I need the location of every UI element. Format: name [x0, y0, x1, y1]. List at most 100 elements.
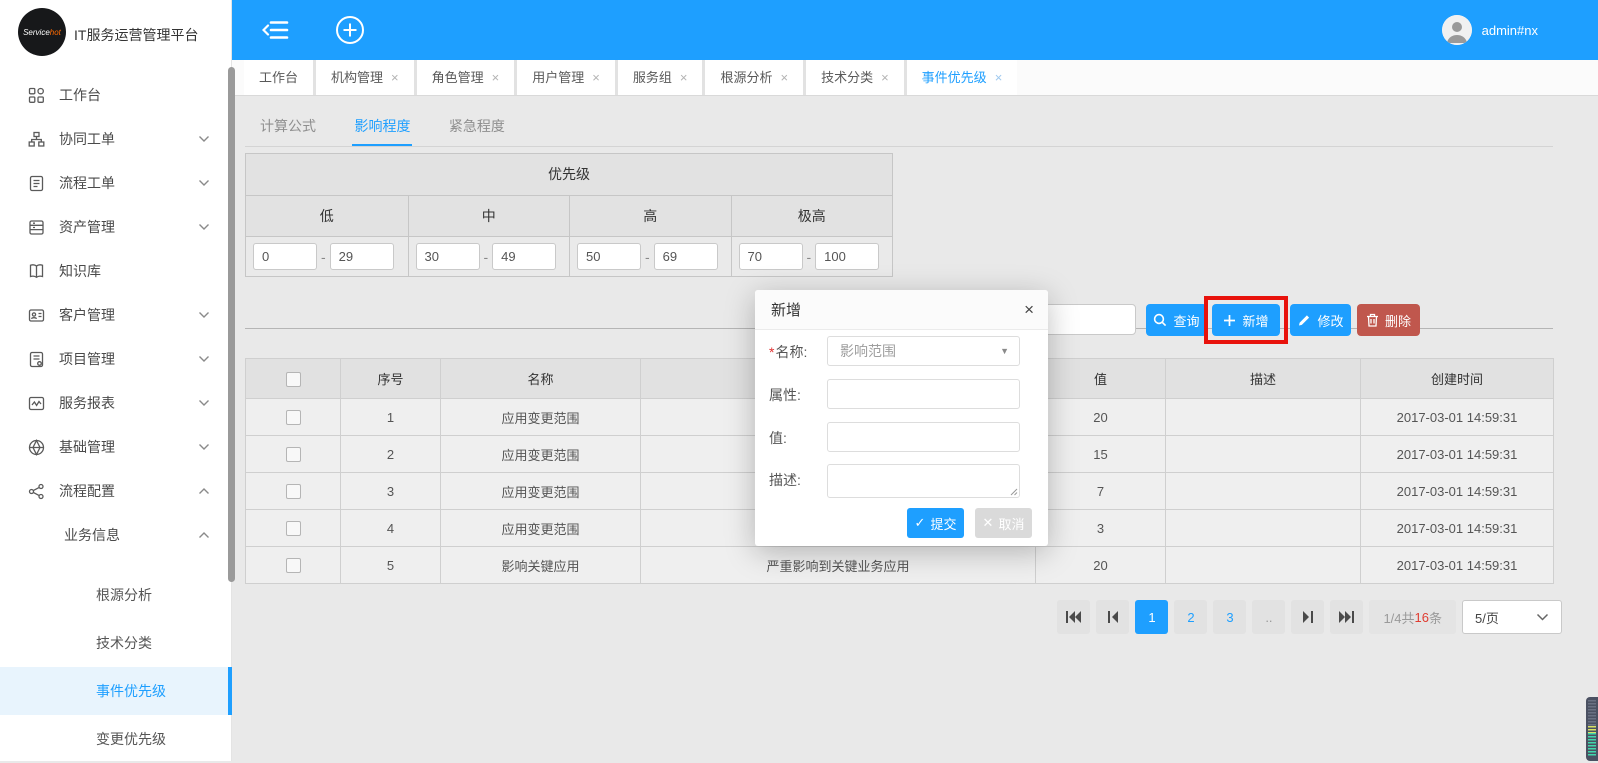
subtab-impact-level[interactable]: 影响程度: [352, 108, 413, 146]
prev-page-button[interactable]: [1096, 600, 1130, 634]
chevron-down-icon: [198, 311, 210, 319]
dialog-title: 新增: [771, 302, 802, 319]
select-all-checkbox[interactable]: [285, 371, 301, 387]
subtab-urgency-level[interactable]: 紧急程度: [447, 108, 507, 146]
medium-from-input[interactable]: [415, 243, 480, 270]
high-from-input[interactable]: [577, 243, 641, 270]
dialog-close-icon[interactable]: ×: [1024, 300, 1034, 320]
next-page-button[interactable]: [1291, 600, 1325, 634]
add-button[interactable]: 新增: [1212, 304, 1280, 336]
plus-circle-icon[interactable]: [335, 15, 365, 45]
close-icon[interactable]: ×: [881, 70, 889, 85]
chevron-down-icon: [198, 399, 210, 407]
subtab-formula[interactable]: 计算公式: [258, 108, 318, 146]
sidebar-item-knowledge-base[interactable]: 知识库: [0, 249, 232, 293]
sidebar-item-tech-category[interactable]: 技术分类: [0, 619, 232, 667]
col-created: 创建时间: [1360, 358, 1554, 399]
cube-icon: [28, 438, 45, 456]
low-from-input[interactable]: [253, 243, 317, 270]
attr-input[interactable]: [827, 379, 1020, 409]
cross-icon: ✕: [982, 515, 994, 530]
check-icon: ✓: [914, 515, 926, 530]
sidebar-item-customer-mgmt[interactable]: 客户管理: [0, 293, 232, 337]
row-checkbox[interactable]: [285, 521, 301, 537]
desc-textarea[interactable]: [827, 464, 1020, 498]
page-size-select[interactable]: 5/页: [1462, 600, 1562, 634]
last-page-button[interactable]: [1330, 600, 1364, 634]
collapse-sidebar-icon[interactable]: [262, 19, 290, 41]
row-checkbox[interactable]: [285, 410, 301, 426]
sidebar-item-change-priority[interactable]: 变更优先级: [0, 715, 232, 763]
chevron-up-icon: [198, 531, 210, 539]
sidebar-item-basic-mgmt[interactable]: 基础管理: [0, 425, 232, 469]
high-to-input[interactable]: [653, 243, 718, 270]
table-row[interactable]: 5 影响关键应用 严重影响到关键业务应用 20 2017-03-01 14:59…: [245, 546, 1554, 584]
sidebar-item-root-cause-analysis[interactable]: 根源分析: [0, 571, 232, 619]
logo-text-service: Service: [23, 27, 50, 37]
tab-role-mgmt[interactable]: 角色管理 ×: [413, 60, 515, 95]
more-pages-button[interactable]: ..: [1252, 600, 1286, 634]
close-icon[interactable]: ×: [680, 70, 688, 85]
tab-service-group[interactable]: 服务组 ×: [614, 60, 703, 95]
sidebar-item-asset-mgmt[interactable]: 资产管理: [0, 205, 232, 249]
col-desc: 描述: [1165, 358, 1361, 399]
search-icon: [1154, 313, 1167, 327]
close-icon[interactable]: ×: [391, 70, 399, 85]
sidebar-item-dashboard[interactable]: 工作台: [0, 73, 232, 117]
level-low-header: 低: [246, 195, 408, 236]
close-icon[interactable]: ×: [995, 70, 1003, 85]
page-2-button[interactable]: 2: [1174, 600, 1208, 634]
low-to-input[interactable]: [329, 243, 394, 270]
close-icon[interactable]: ×: [592, 70, 600, 85]
page-1-button[interactable]: 1: [1135, 600, 1169, 634]
row-checkbox[interactable]: [285, 484, 301, 500]
customer-card-icon: [28, 307, 45, 324]
meter-gray-bars: [1588, 700, 1596, 726]
tab-user-mgmt[interactable]: 用户管理 ×: [514, 60, 615, 95]
sidebar-scrollbar[interactable]: [228, 67, 235, 582]
sidebar-item-collab-orders[interactable]: 协同工单: [0, 117, 232, 161]
medium-to-input[interactable]: [492, 243, 557, 270]
sidebar-item-process-config[interactable]: 流程配置: [0, 469, 232, 513]
share-nodes-icon: [28, 483, 45, 500]
close-icon[interactable]: ×: [492, 70, 500, 85]
query-button[interactable]: 查询: [1146, 304, 1207, 336]
critical-from-input[interactable]: [738, 243, 803, 270]
level-medium-header: 中: [407, 195, 569, 236]
chevron-up-icon: [198, 487, 210, 495]
page-3-button[interactable]: 3: [1213, 600, 1247, 634]
range-dash: -: [321, 248, 326, 265]
first-page-icon: [1066, 611, 1082, 623]
critical-to-input[interactable]: [815, 243, 880, 270]
tab-workbench[interactable]: 工作台: [244, 60, 314, 95]
resize-grip-icon[interactable]: [1010, 488, 1018, 496]
tab-root-cause[interactable]: 根源分析 ×: [702, 60, 804, 95]
level-high-header: 高: [569, 195, 731, 236]
sidebar-item-incident-priority[interactable]: 事件优先级: [0, 667, 232, 715]
row-checkbox[interactable]: [285, 558, 301, 574]
delete-button[interactable]: 删除: [1357, 304, 1420, 336]
first-page-button[interactable]: [1057, 600, 1091, 634]
pagination: 1 2 3 .. 1/4共 16 条 5/页: [1057, 600, 1562, 634]
submit-button[interactable]: ✓ 提交: [907, 508, 964, 538]
dashboard-grid-icon: [28, 87, 45, 104]
edit-button[interactable]: 修改: [1290, 304, 1351, 336]
row-checkbox[interactable]: [285, 447, 301, 463]
attr-field-label: 属性:: [769, 387, 801, 403]
value-input[interactable]: [827, 422, 1020, 452]
sidebar-item-service-reports[interactable]: 服务报表: [0, 381, 232, 425]
close-icon[interactable]: ×: [780, 70, 788, 85]
sidebar-item-process-orders[interactable]: 流程工单: [0, 161, 232, 205]
user-avatar[interactable]: [1441, 15, 1472, 45]
logged-in-user[interactable]: admin#nx: [1482, 23, 1538, 38]
chevron-down-icon: [198, 179, 210, 187]
name-select[interactable]: 影响范围 ▼: [827, 336, 1020, 366]
sidebar-item-business-info[interactable]: 业务信息: [0, 513, 232, 557]
tab-org-mgmt[interactable]: 机构管理 ×: [313, 60, 414, 95]
total-count: 16: [1414, 609, 1429, 625]
tab-tech-category[interactable]: 技术分类 ×: [803, 60, 904, 95]
tab-incident-priority[interactable]: 事件优先级 ×: [903, 60, 1018, 95]
cancel-button[interactable]: ✕ 取消: [975, 508, 1032, 538]
sidebar-item-project-mgmt[interactable]: 项目管理: [0, 337, 232, 381]
col-seq: 序号: [340, 358, 441, 399]
